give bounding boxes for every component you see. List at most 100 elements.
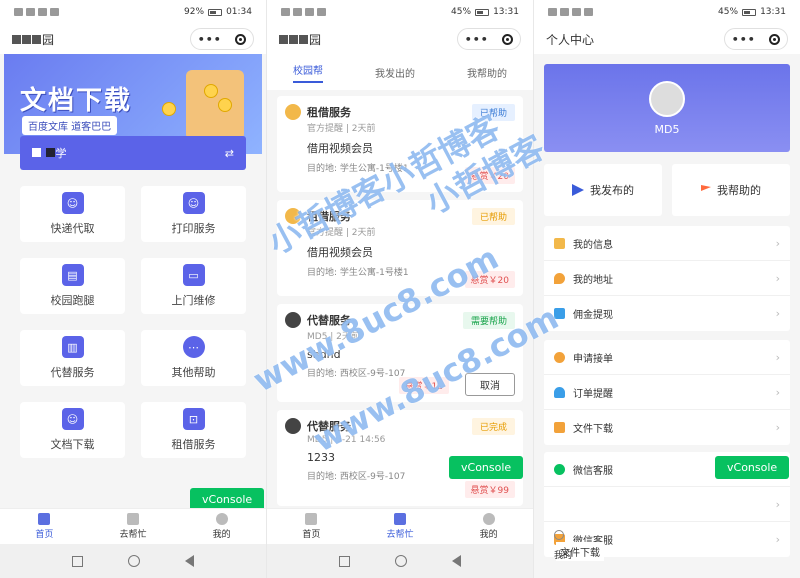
home-icon [305,513,318,525]
wechat-icon [554,463,565,475]
back-icon[interactable] [184,555,194,567]
reward-badge: 悬赏￥12 [398,377,449,394]
nav-home[interactable]: 首页 [0,509,89,544]
task-card[interactable]: 租借服务 官方提醒 | 2天前 借用视频会员 目的地: 学生公寓-1号楼1 已帮… [277,96,523,192]
clock: 13:31 [760,7,786,17]
task-card[interactable]: 租借服务 官方提醒 | 2天前 借用视频会员 目的地: 学生公寓-1号楼1 已帮… [277,200,523,296]
service-substitute[interactable]: ▥ 代替服务 [20,330,125,386]
close-icon[interactable] [769,33,781,45]
close-icon[interactable] [235,33,247,45]
status-bar: 92% 01:34 [0,0,266,24]
recent-apps-icon[interactable] [72,555,84,567]
service-express[interactable]: ☺ 快递代取 [20,186,125,242]
overlay-mine-label: 我的 [554,551,573,561]
blank-icon [554,498,565,510]
cart-icon: ⊡ [182,408,205,430]
door-icon [394,513,406,525]
battery-icon [742,8,757,16]
reward-badge: 悬赏￥20 [464,271,515,288]
mini-program-capsule[interactable]: ••• [724,28,788,50]
status-badge: 已完成 [471,418,515,435]
home-circle-icon[interactable] [127,555,140,567]
vconsole-button[interactable]: vConsole [449,456,524,479]
nav-home[interactable]: 首页 [267,509,356,544]
home-icon [38,513,51,525]
task-meta: MD5 | 2天前 [307,332,360,342]
flag-icon [701,185,711,191]
service-doc-download[interactable]: ☺ 文档下载 [20,402,125,458]
my-helped-button[interactable]: 我帮助的 [672,164,790,216]
menu-my-address[interactable]: 我的地址 › [544,261,790,296]
avatar [285,208,301,224]
menu-order-reminder[interactable]: 订单提醒 › [544,375,790,410]
battery-percent: 45% [451,7,472,17]
nav-title: 园 [12,31,190,48]
avatar[interactable] [649,80,685,117]
nav-help[interactable]: 去帮忙 [89,509,178,544]
task-body: 借用视频会员 [307,246,373,259]
task-list: 租借服务 官方提醒 | 2天前 借用视频会员 目的地: 学生公寓-1号楼1 已帮… [277,96,523,514]
system-nav-bar [267,544,533,578]
school-switch-bar[interactable]: 学 ⇄ [20,136,246,170]
switch-icon[interactable]: ⇄ [225,147,234,160]
tab-my-helped[interactable]: 我帮助的 [467,65,507,80]
location-icon [554,272,565,284]
menu-withdraw[interactable]: 佣金提现 › [544,296,790,331]
task-card[interactable]: 代替服务 MD5 | 2天前 shdhd 目的地: 西校区-9号-107 需要帮… [277,304,523,402]
printer-icon: ▤ [61,264,84,286]
chevron-right-icon: › [775,497,780,511]
id-card-icon [554,237,565,249]
tab-my-posts[interactable]: 我发出的 [375,65,415,80]
menu-blank[interactable]: › [544,487,790,522]
close-icon[interactable] [502,33,514,45]
profile-header: MD5 [544,64,790,152]
menu-my-info[interactable]: 我的信息 › [544,226,790,261]
back-icon[interactable] [451,555,461,567]
menu-apply-orders[interactable]: 申请接单 › [544,340,790,375]
menu-file-download[interactable]: 文件下载 › [544,410,790,445]
bottom-nav: 首页 去帮忙 我的 [267,508,533,544]
tab-campus-help[interactable]: 校园帮 [293,62,323,83]
nav-bar: 个人中心 ••• [534,24,800,54]
more-icon[interactable]: ••• [198,33,222,46]
coin-icon [554,351,565,363]
more-icon[interactable]: ••• [732,33,756,46]
nav-mine[interactable]: 我的 [177,509,266,544]
chevron-right-icon: › [775,236,780,250]
service-repair[interactable]: ▭ 上门维修 [141,258,246,314]
nav-help[interactable]: 去帮忙 [356,509,445,544]
user-icon [554,422,565,433]
service-errand[interactable]: ▤ 校园跑腿 [20,258,125,314]
nav-title: 个人中心 [546,32,595,47]
status-badge: 已帮助 [471,208,515,225]
status-badge: 已帮助 [471,104,515,121]
service-grid: ☺ 快递代取 ☺ 打印服务 ▤ 校园跑腿 ▭ 上门维修 ▥ 代替服务 ⋯ 其他帮助 ☺ 文档下… [20,186,246,458]
avatar [285,312,301,328]
service-other[interactable]: ⋯ 其他帮助 [141,330,246,386]
home-circle-icon[interactable] [394,555,407,567]
coin-icon [218,98,232,112]
cancel-button[interactable]: 取消 [465,373,515,396]
mini-program-capsule[interactable]: ••• [190,28,254,50]
clock: 13:31 [493,7,519,17]
battery-icon [475,8,490,16]
nav-mine[interactable]: 我的 [444,509,533,544]
phone-help-list: 45% 13:31 园 ••• 校园帮 我发出的 我帮助的 租借服务 官方提醒 … [267,0,533,578]
mini-program-capsule[interactable]: ••• [457,28,521,50]
chevron-right-icon: › [775,271,780,285]
service-print[interactable]: ☺ 打印服务 [141,186,246,242]
chevron-right-icon: › [775,350,780,364]
user-icon: ☺ [182,192,205,214]
phone-home: 92% 01:34 园 ••• 文档下载 百度文库 道客巴巴 学 ⇄ ☺ 快递代取… [0,0,266,578]
vconsole-button[interactable]: vConsole [715,456,790,479]
service-rental[interactable]: ⊡ 租借服务 [141,402,246,458]
recent-apps-icon[interactable] [339,555,351,567]
nav-title: 园 [279,31,457,48]
more-icon[interactable]: ••• [465,33,489,46]
task-title: 代替服务 [307,420,351,433]
status-icons [14,8,59,16]
my-posts-button[interactable]: 我发布的 [544,164,662,216]
action-row: 我发布的 我帮助的 [544,164,790,216]
door-icon [127,513,139,525]
more-icon: ⋯ [182,336,205,358]
